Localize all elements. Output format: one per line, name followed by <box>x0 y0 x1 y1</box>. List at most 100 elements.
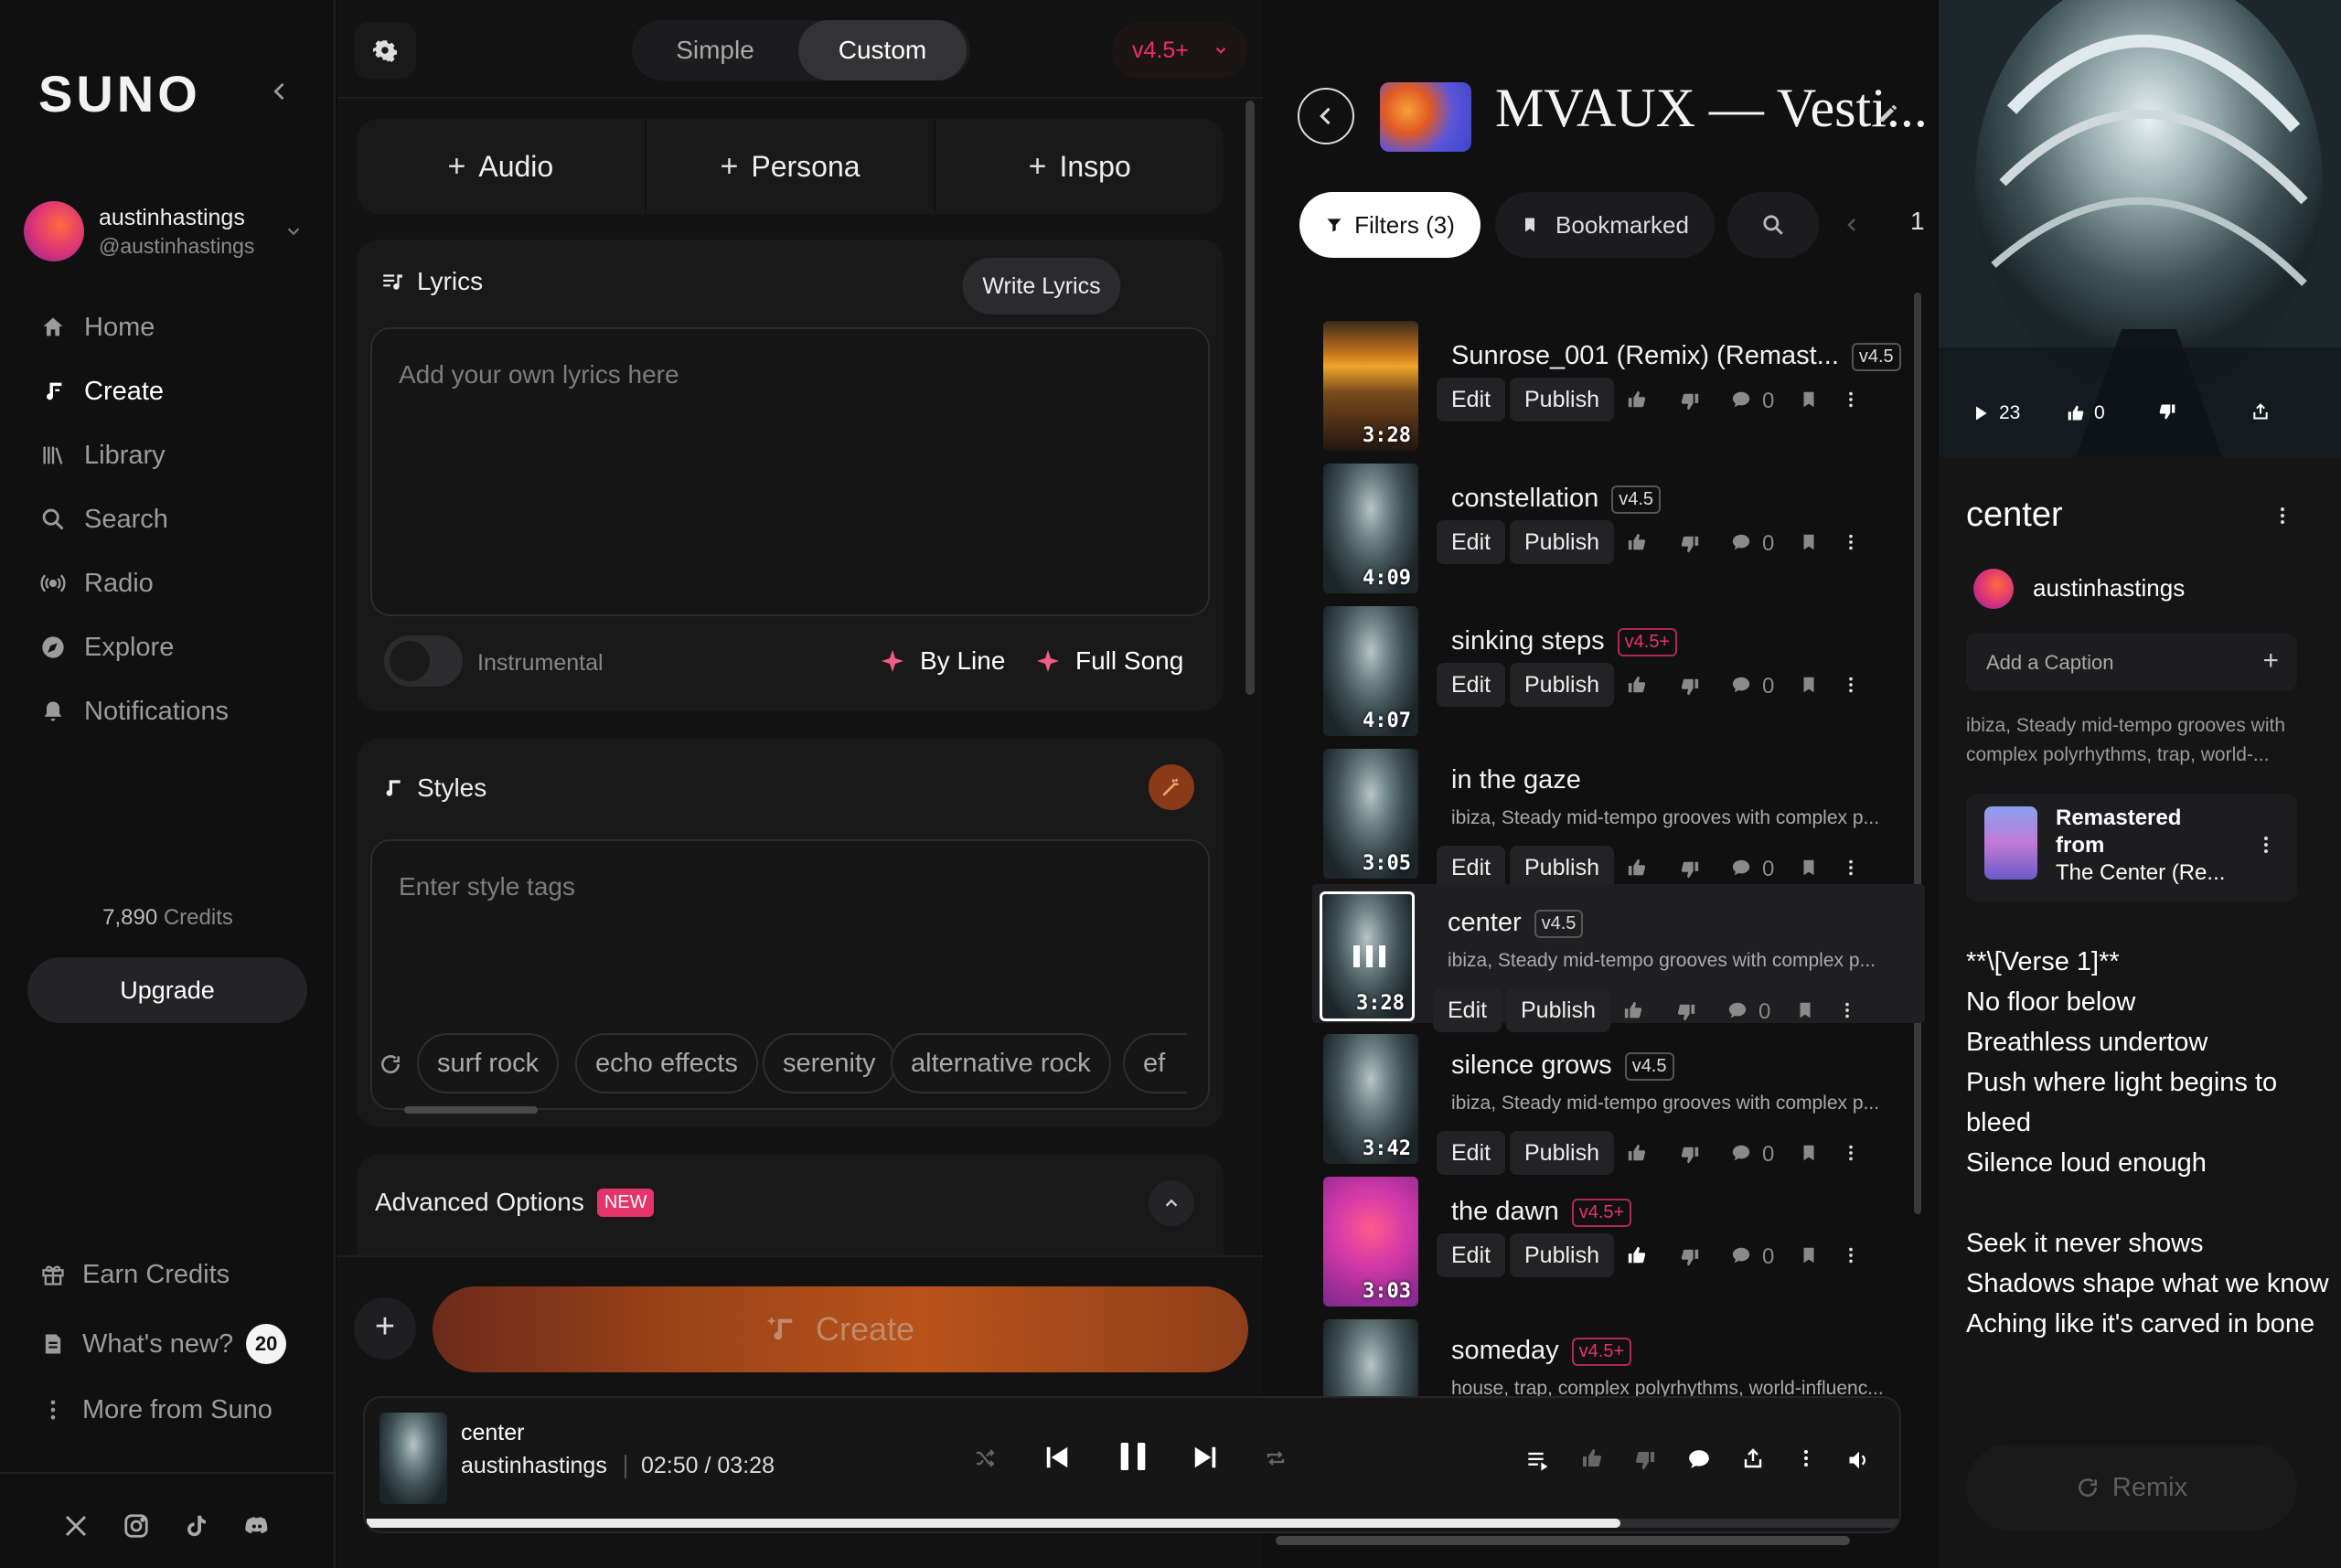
bookmark-icon[interactable] <box>1799 389 1819 410</box>
suno-logo[interactable]: SUNO <box>38 64 201 123</box>
thumbs-up-icon[interactable] <box>1627 675 1647 695</box>
comment-icon[interactable] <box>1731 532 1751 552</box>
song-row[interactable]: 3:28 Sunrose_001 (Remix) (Remast... v4.5 Ed… <box>1316 314 1924 453</box>
more-vertical-icon[interactable] <box>1841 1245 1861 1265</box>
earn-credits-link[interactable]: Earn Credits <box>40 1254 230 1295</box>
add-persona-button[interactable]: + Persona <box>647 119 936 214</box>
thumbs-up-icon[interactable] <box>1627 532 1647 552</box>
song-row[interactable]: 3:28 center v4.5 ibiza, Steady mid-tempo gr… <box>1312 884 1925 1032</box>
song-title[interactable]: silence grows v4.5 <box>1451 1051 1674 1081</box>
more-vertical-icon[interactable] <box>2272 505 2293 527</box>
settings-button[interactable] <box>354 22 416 79</box>
nav-notifications[interactable]: Notifications <box>40 688 315 734</box>
more-vertical-icon[interactable] <box>1837 1000 1857 1020</box>
song-search-button[interactable] <box>1727 192 1819 258</box>
artist-name[interactable]: austinhastings <box>2033 574 2185 603</box>
thumbs-down-icon[interactable] <box>1680 677 1700 697</box>
collapse-sidebar-icon[interactable] <box>267 79 293 104</box>
prev-page-icon[interactable] <box>1846 214 1859 240</box>
lyrics-textarea[interactable]: Add your own lyrics here <box>370 327 1210 616</box>
more-vertical-icon[interactable] <box>1841 858 1861 878</box>
edit-button[interactable]: Edit <box>1437 1131 1506 1175</box>
magic-wand-button[interactable] <box>1149 764 1194 810</box>
bookmark-icon[interactable] <box>1799 675 1819 695</box>
song-row[interactable]: 3:03 the dawn v4.5+ Edit Publish 0 <box>1316 1169 1924 1308</box>
style-tag-chip[interactable]: serenity <box>763 1033 896 1093</box>
song-row[interactable]: 3:05 in the gaze ibiza, Steady mid-tempo g… <box>1316 741 1924 890</box>
bookmark-icon[interactable] <box>1799 1143 1819 1163</box>
add-audio-button[interactable]: + Audio <box>357 119 647 214</box>
comment-icon[interactable] <box>1731 858 1751 878</box>
remix-button[interactable]: Remix <box>1966 1445 2297 1531</box>
thumbs-up-icon[interactable] <box>1623 1000 1643 1020</box>
comment-icon[interactable] <box>1731 389 1751 410</box>
thumbs-up-icon[interactable] <box>1581 1447 1603 1469</box>
x-twitter-icon[interactable] <box>62 1512 90 1540</box>
comment-icon[interactable] <box>1687 1447 1711 1471</box>
tiktok-icon[interactable] <box>183 1512 210 1540</box>
nav-home[interactable]: Home <box>40 304 315 350</box>
edit-button[interactable]: Edit <box>1437 1233 1506 1277</box>
edit-button[interactable]: Edit <box>1433 988 1502 1032</box>
style-tag-chip[interactable]: alternative rock <box>891 1033 1111 1093</box>
queue-icon[interactable] <box>1526 1447 1552 1473</box>
more-vertical-icon[interactable] <box>1841 532 1861 552</box>
nav-radio[interactable]: Radio <box>40 560 315 606</box>
publish-button[interactable]: Publish <box>1510 846 1614 890</box>
like-count[interactable]: 0 <box>2067 402 2105 424</box>
thumbs-up-icon[interactable] <box>1627 858 1647 878</box>
thumbs-down-icon[interactable] <box>1680 391 1700 411</box>
back-button[interactable] <box>1298 88 1354 144</box>
publish-button[interactable]: Publish <box>1510 663 1614 707</box>
publish-button[interactable]: Publish <box>1510 1233 1614 1277</box>
full-song-button[interactable]: Full Song <box>1037 646 1183 676</box>
publish-button[interactable]: Publish <box>1510 1131 1614 1175</box>
thumbs-down-icon[interactable] <box>1634 1449 1656 1471</box>
by-line-button[interactable]: By Line <box>882 646 1005 676</box>
now-playing-cover[interactable] <box>379 1413 447 1504</box>
edit-button[interactable]: Edit <box>1437 520 1506 564</box>
remastered-from-card[interactable]: Remastered from The Center (Re... <box>1966 794 2297 901</box>
song-row[interactable]: 4:09 constellation v4.5 Edit Publish 0 <box>1316 456 1924 595</box>
bookmark-icon[interactable] <box>1799 858 1819 878</box>
whats-new-link[interactable]: What's new? 20 <box>40 1324 287 1364</box>
horizontal-scrollbar[interactable] <box>1276 1536 1850 1545</box>
next-track-icon[interactable] <box>1192 1444 1219 1471</box>
more-from-suno-link[interactable]: More from Suno <box>40 1390 273 1430</box>
refresh-tags-icon[interactable] <box>379 1052 402 1076</box>
song-title[interactable]: Sunrose_001 (Remix) (Remast... v4.5 <box>1451 341 1901 371</box>
write-lyrics-button[interactable]: Write Lyrics <box>962 258 1121 315</box>
create-scrollbar[interactable] <box>1245 101 1255 695</box>
collapse-advanced-button[interactable] <box>1149 1180 1194 1226</box>
model-version-select[interactable]: v4.5+ <box>1112 22 1247 79</box>
profile-menu[interactable]: austinhastings @austinhastings <box>24 201 316 261</box>
thumbs-up-icon[interactable] <box>1627 389 1647 410</box>
mode-simple-tab[interactable]: Simple <box>632 20 798 80</box>
mode-custom-tab[interactable]: Custom <box>798 20 967 80</box>
repeat-icon[interactable] <box>1265 1447 1287 1469</box>
tags-scrollbar[interactable] <box>404 1106 538 1114</box>
thumbs-down-icon[interactable] <box>1680 1247 1700 1267</box>
song-title[interactable]: someday v4.5+ <box>1451 1336 1632 1366</box>
instagram-icon[interactable] <box>123 1512 150 1540</box>
publish-button[interactable]: Publish <box>1510 378 1614 421</box>
thumbs-up-icon[interactable] <box>1627 1143 1647 1163</box>
share-button[interactable] <box>2251 402 2279 421</box>
style-tag-chip[interactable]: ef <box>1123 1033 1187 1093</box>
instrumental-toggle[interactable] <box>384 635 463 687</box>
upgrade-button[interactable]: Upgrade <box>27 957 307 1023</box>
nav-library[interactable]: Library <box>40 432 315 478</box>
add-inspo-button[interactable]: + Inspo <box>935 119 1224 214</box>
thumbs-up-icon[interactable] <box>1627 1245 1647 1265</box>
song-cover[interactable]: 4:07 <box>1323 606 1418 736</box>
volume-icon[interactable] <box>1846 1447 1872 1473</box>
more-vertical-icon[interactable] <box>1841 1143 1861 1163</box>
song-title[interactable]: the dawn v4.5+ <box>1451 1197 1632 1227</box>
bookmark-icon[interactable] <box>1799 532 1819 552</box>
comment-icon[interactable] <box>1731 1245 1751 1265</box>
song-cover[interactable]: 3:05 <box>1323 749 1418 879</box>
now-playing-title[interactable]: center <box>461 1420 524 1446</box>
edit-button[interactable]: Edit <box>1437 663 1506 707</box>
song-cover[interactable]: 4:09 <box>1323 464 1418 593</box>
edit-pencil-icon[interactable] <box>1877 102 1899 124</box>
